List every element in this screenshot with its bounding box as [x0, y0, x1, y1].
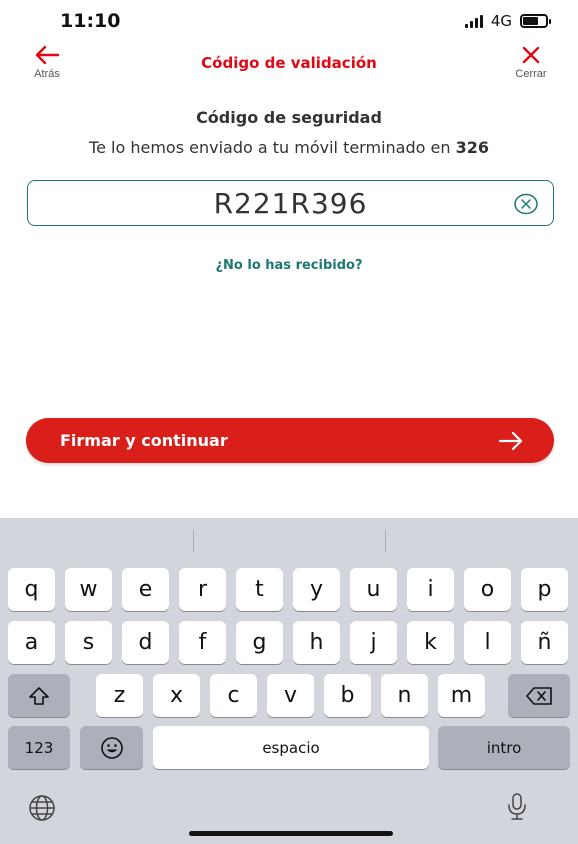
suggestion-divider — [193, 530, 194, 552]
key-m[interactable]: m — [438, 674, 485, 717]
close-label: Cerrar — [515, 68, 547, 80]
status-bar: 11:10 4G — [0, 0, 578, 40]
close-icon — [522, 46, 540, 64]
globe-icon — [29, 795, 55, 821]
key-r[interactable]: r — [179, 568, 226, 611]
key-t[interactable]: t — [236, 568, 283, 611]
key-b[interactable]: b — [324, 674, 371, 717]
emoji-key[interactable] — [80, 726, 143, 769]
key-a[interactable]: a — [8, 621, 55, 664]
numbers-key[interactable]: 123 — [8, 726, 70, 769]
key-h[interactable]: h — [293, 621, 340, 664]
key-f[interactable]: f — [179, 621, 226, 664]
suggestion-divider — [385, 530, 386, 552]
network-type: 4G — [490, 12, 512, 30]
home-indicator — [189, 831, 393, 836]
security-code-input[interactable] — [28, 181, 553, 225]
key-i[interactable]: i — [407, 568, 454, 611]
key-d[interactable]: d — [122, 621, 169, 664]
backspace-key[interactable] — [508, 674, 570, 717]
phone-suffix: 326 — [455, 138, 489, 157]
clear-input-button[interactable] — [514, 193, 538, 220]
keyboard: q w e r t y u i o p a s d f g h j k l ñ … — [0, 518, 578, 844]
status-indicators: 4G — [464, 12, 551, 30]
signal-icon — [464, 14, 483, 28]
key-o[interactable]: o — [464, 568, 511, 611]
key-n[interactable]: n — [381, 674, 428, 717]
key-w[interactable]: w — [65, 568, 112, 611]
section-title: Código de seguridad — [196, 108, 382, 127]
key-g[interactable]: g — [236, 621, 283, 664]
shift-key[interactable] — [8, 674, 70, 717]
key-v[interactable]: v — [267, 674, 314, 717]
key-u[interactable]: u — [350, 568, 397, 611]
arrow-right-icon — [498, 431, 523, 451]
microphone-icon — [508, 793, 526, 820]
security-code-field[interactable] — [27, 180, 554, 226]
sign-continue-label: Firmar y continuar — [60, 431, 228, 450]
key-n-tilde[interactable]: ñ — [521, 621, 568, 664]
key-e[interactable]: e — [122, 568, 169, 611]
description: Te lo hemos enviado a tu móvil terminado… — [0, 138, 578, 157]
status-time: 11:10 — [60, 10, 121, 32]
key-k[interactable]: k — [407, 621, 454, 664]
microphone-button[interactable] — [506, 792, 528, 827]
suggestion-bar — [0, 518, 578, 563]
key-y[interactable]: y — [293, 568, 340, 611]
sign-continue-button[interactable]: Firmar y continuar — [26, 418, 554, 463]
close-button[interactable]: Cerrar — [506, 44, 556, 80]
page-title: Código de validación — [201, 54, 377, 72]
space-key[interactable]: espacio — [153, 726, 429, 769]
key-z[interactable]: z — [96, 674, 143, 717]
key-l[interactable]: l — [464, 621, 511, 664]
emoji-icon — [100, 736, 123, 759]
key-s[interactable]: s — [65, 621, 112, 664]
key-p[interactable]: p — [521, 568, 568, 611]
key-j[interactable]: j — [350, 621, 397, 664]
key-x[interactable]: x — [153, 674, 200, 717]
key-q[interactable]: q — [8, 568, 55, 611]
clear-icon — [514, 193, 538, 215]
globe-button[interactable] — [28, 794, 56, 827]
description-text: Te lo hemos enviado a tu móvil terminado… — [89, 138, 451, 157]
key-c[interactable]: c — [210, 674, 257, 717]
header: Atrás Código de validación Cerrar — [0, 44, 578, 88]
resend-code-link[interactable]: ¿No lo has recibido? — [0, 258, 578, 273]
shift-icon — [29, 686, 49, 705]
backspace-icon — [526, 686, 552, 705]
battery-icon — [520, 14, 551, 28]
return-key[interactable]: intro — [438, 726, 570, 769]
